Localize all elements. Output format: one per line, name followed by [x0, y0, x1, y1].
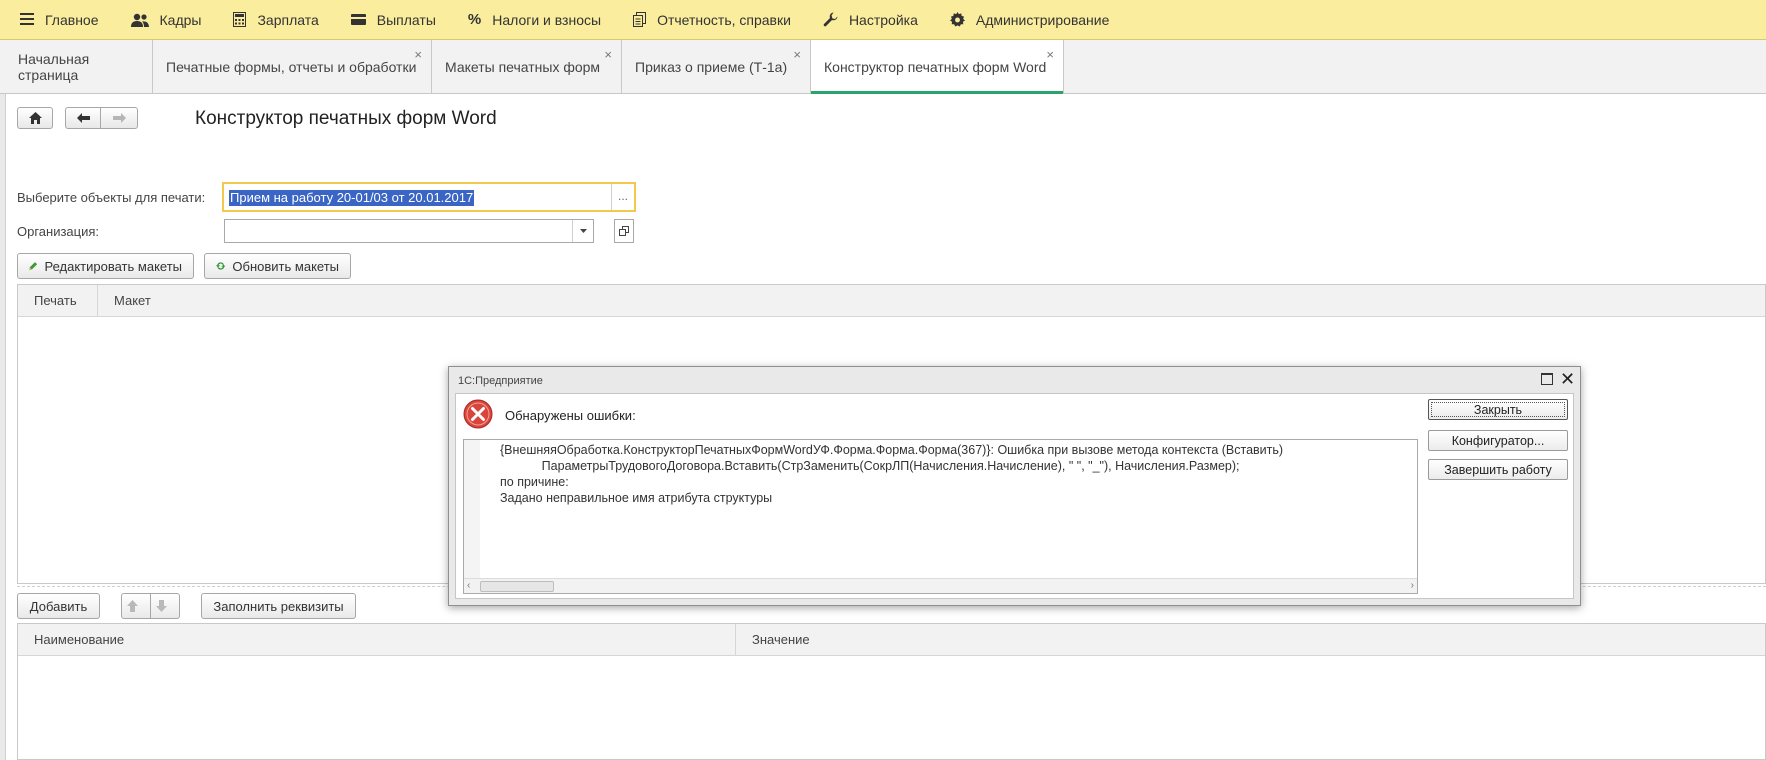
move-up-button[interactable] [121, 593, 151, 619]
percent-icon: % [467, 11, 482, 28]
page-title: Конструктор печатных форм Word [195, 108, 497, 129]
select-objects-label: Выберите объекты для печати: [17, 190, 206, 205]
maximize-icon[interactable] [1541, 373, 1553, 385]
hamburger-icon [20, 13, 34, 25]
error-line: по причине: [500, 475, 569, 489]
select-objects-value: Прием на работу 20-01/03 от 20.01.2017 [229, 190, 475, 206]
people-icon [130, 13, 149, 27]
pencil-icon [29, 262, 38, 271]
refresh-layouts-button[interactable]: Обновить макеты [204, 253, 351, 279]
menu-item-label: Зарплата [257, 11, 319, 28]
scroll-thumb[interactable] [480, 581, 554, 592]
arrow-down-icon [156, 600, 167, 612]
open-window-icon [619, 226, 629, 236]
edit-layouts-label: Редактировать макеты [44, 258, 182, 274]
edit-layouts-button[interactable]: Редактировать макеты [17, 253, 194, 279]
wallet-icon [350, 14, 366, 25]
column-value[interactable]: Значение [736, 624, 1136, 655]
scroll-left-icon[interactable]: ‹ [467, 579, 470, 592]
text-gutter [464, 440, 480, 579]
select-objects-field[interactable]: Прием на работу 20-01/03 от 20.01.2017 .… [222, 182, 636, 212]
organization-label: Организация: [17, 224, 100, 239]
configurator-button[interactable]: Конфигуратор... [1428, 430, 1568, 451]
error-header: Обнаружены ошибки: [505, 408, 636, 423]
menu-item-reports[interactable]: Отчетность, справки [617, 0, 807, 40]
tab-hire-order[interactable]: Приказ о приеме (Т-1а) × [622, 40, 811, 93]
column-layout[interactable]: Макет [98, 285, 298, 316]
forward-button[interactable] [100, 107, 138, 129]
close-icon[interactable]: × [1046, 47, 1054, 62]
tab-label: Начальная страница [18, 50, 90, 83]
close-icon[interactable]: × [414, 47, 422, 62]
menu-item-admin[interactable]: Администрирование [934, 0, 1126, 40]
wrench-icon [823, 12, 838, 27]
menu-item-label: Налоги и взносы [492, 11, 602, 28]
refresh-icon [216, 262, 226, 270]
menu-item-main[interactable]: Главное [0, 0, 115, 40]
menu-item-label: Администрирование [975, 11, 1110, 28]
home-icon [28, 112, 42, 124]
add-label: Добавить [29, 598, 88, 614]
organization-field[interactable] [224, 219, 594, 243]
arrow-left-icon [76, 113, 90, 123]
refresh-layouts-label: Обновить макеты [232, 258, 339, 274]
exit-button[interactable]: Завершить работу [1428, 459, 1568, 480]
documents-icon [633, 12, 647, 27]
tab-word-constructor[interactable]: Конструктор печатных форм Word × [811, 40, 1064, 94]
scroll-right-icon[interactable]: › [1411, 579, 1414, 592]
tab-label: Конструктор печатных форм Word [824, 59, 1047, 75]
open-organization-button[interactable] [614, 219, 634, 243]
move-down-button[interactable] [150, 593, 180, 619]
horizontal-scrollbar[interactable]: ‹ › [464, 578, 1417, 593]
main-menu-bar: Главное Кадры Зарплата Выплаты % Налоги … [0, 0, 1766, 40]
error-line: ПараметрыТрудовогоДоговора.Вставить(СтрЗ… [500, 459, 1240, 473]
error-dialog: 1С:Предприятие ✕ Обнаружены ошибки: {Вне… [448, 366, 1581, 606]
table-header: Наименование Значение [18, 624, 1765, 656]
table-header: Печать Макет [18, 285, 1765, 317]
menu-item-label: Настройка [848, 11, 918, 28]
menu-item-settings[interactable]: Настройка [807, 0, 934, 40]
gear-icon [949, 12, 965, 27]
close-button[interactable]: Закрыть [1428, 399, 1568, 420]
menu-item-label: Кадры [159, 11, 202, 28]
column-print[interactable]: Печать [18, 285, 98, 316]
home-button[interactable] [17, 107, 53, 129]
add-button[interactable]: Добавить [17, 593, 100, 619]
close-icon[interactable]: × [793, 47, 801, 62]
error-line: Задано неправильное имя атрибута структу… [500, 491, 773, 505]
menu-item-taxes[interactable]: % Налоги и взносы [452, 0, 617, 40]
arrow-right-icon [112, 113, 126, 123]
error-line: {ВнешняяОбработка.КонструкторПечатныхФор… [500, 443, 1284, 457]
tab-label: Макеты печатных форм [445, 58, 601, 75]
error-message-box[interactable]: {ВнешняяОбработка.КонструкторПечатныхФор… [463, 439, 1418, 594]
tab-home[interactable]: Начальная страница [5, 40, 153, 93]
menu-item-salary[interactable]: Зарплата [217, 0, 334, 40]
arrow-up-icon [127, 600, 138, 612]
choose-button[interactable]: ... [611, 184, 634, 210]
dropdown-button[interactable] [572, 220, 593, 242]
error-icon [463, 399, 493, 429]
fill-attributes-label: Заполнить реквизиты [213, 598, 344, 614]
left-panel-edge [0, 94, 6, 760]
open-windows-tabs: Начальная страница Печатные формы, отчет… [0, 40, 1766, 94]
chevron-down-icon [579, 229, 587, 233]
back-button[interactable] [65, 107, 101, 129]
menu-item-payments[interactable]: Выплаты [335, 0, 452, 40]
menu-item-label: Отчетность, справки [657, 11, 791, 28]
menu-item-hr[interactable]: Кадры [115, 0, 218, 40]
calculator-icon [233, 12, 247, 27]
tab-label: Печатные формы, отчеты и обработки [166, 58, 417, 75]
column-name[interactable]: Наименование [18, 624, 736, 655]
tab-layouts[interactable]: Макеты печатных форм × [432, 40, 622, 93]
dialog-title: 1С:Предприятие [458, 375, 543, 387]
tab-label: Приказ о приеме (Т-1а) [635, 58, 788, 75]
active-tab-indicator [811, 91, 1063, 94]
menu-item-label: Главное [45, 11, 99, 28]
close-icon[interactable]: × [604, 47, 612, 62]
menu-item-label: Выплаты [376, 11, 436, 28]
tab-print-forms[interactable]: Печатные формы, отчеты и обработки × [153, 40, 432, 93]
attributes-table[interactable]: Наименование Значение [17, 623, 1766, 760]
close-icon[interactable]: ✕ [1560, 369, 1575, 389]
fill-attributes-button[interactable]: Заполнить реквизиты [201, 593, 356, 619]
